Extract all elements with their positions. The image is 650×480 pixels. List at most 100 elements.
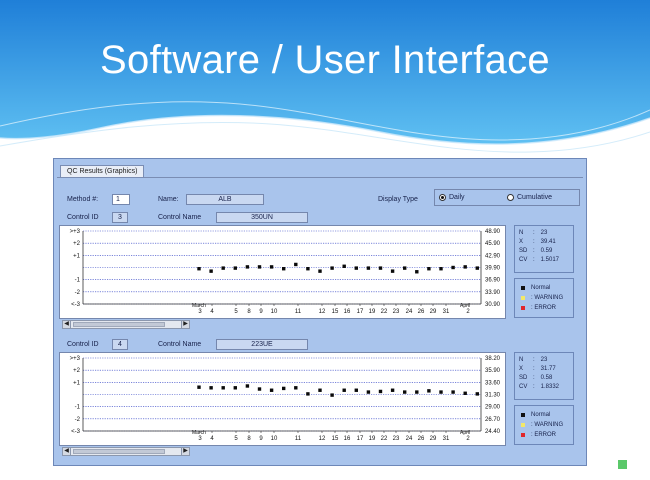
data-point [306, 267, 310, 271]
x-tick-label: 5 [234, 309, 238, 315]
data-point [378, 266, 383, 270]
x-tick-label: 8 [247, 309, 251, 315]
value-label-right: 33.60 [485, 380, 501, 386]
data-point [463, 391, 467, 395]
value-label-right: 35.90 [485, 368, 501, 374]
value-label-right: 30.90 [485, 302, 501, 308]
legend-item-normal: Normal [519, 283, 569, 293]
value-label-right: 36.90 [485, 278, 501, 284]
legend-label-error: ERROR [534, 305, 557, 311]
scroll-left-button[interactable]: ◀ [62, 320, 71, 329]
legend-item-error: : ERROR [519, 303, 569, 313]
daily-radio[interactable] [439, 194, 446, 201]
data-point [403, 266, 407, 270]
stat-value-x: 31.77 [540, 366, 556, 372]
horizontal-scrollbar[interactable]: ◀ ▶ [62, 320, 190, 329]
scroll-thumb[interactable] [73, 322, 165, 327]
x-tick-label: 3 [198, 309, 202, 315]
data-point [221, 266, 225, 270]
data-point [342, 388, 346, 392]
x-tick-label: 22 [381, 309, 388, 315]
control-name-label: Control Name [158, 214, 202, 221]
x-tick-label: 2 [466, 436, 470, 442]
data-point [439, 267, 443, 271]
normal-swatch-icon [521, 286, 525, 290]
stat-key-x: X [519, 366, 524, 372]
method-label: Method #: [67, 196, 99, 203]
sd-label-plus-1: +1 [73, 380, 81, 386]
x-tick-label: 22 [381, 436, 388, 442]
statistics-box: N:23 X:31.77 SD:0.58 CV:1.8332 [514, 352, 574, 400]
data-point [342, 264, 346, 268]
method-number-field[interactable]: 1 [112, 194, 130, 205]
stat-value-sd: 0.59 [540, 248, 553, 254]
stat-value-cv: 1.5017 [540, 257, 560, 263]
x-tick-label: 10 [271, 436, 278, 442]
control-id-label: Control ID [67, 214, 99, 221]
stat-key-x: X [519, 239, 524, 245]
legend-label-warning: WARNING [534, 295, 564, 301]
sd-label-minus-1: -1 [75, 278, 81, 284]
sd-label-under-3: <-3 [71, 429, 81, 435]
stat-key-cv: CV [519, 384, 528, 390]
tab-divider [57, 177, 583, 178]
stat-row-cv: CV:1.5017 [519, 256, 569, 265]
scroll-right-button[interactable]: ▶ [181, 320, 190, 329]
month-label-end: April [460, 430, 470, 436]
x-tick-label: 16 [344, 436, 351, 442]
data-point [403, 390, 407, 394]
sd-label-over-3: >+3 [70, 229, 81, 235]
data-point [269, 388, 274, 392]
data-point [282, 386, 286, 391]
value-label-right: 42.90 [485, 253, 501, 259]
horizontal-scrollbar[interactable]: ◀ ▶ [62, 447, 190, 456]
stat-key-sd: SD [519, 375, 528, 381]
qc-results-window: QC Results (Graphics) Method #: 1 Name: … [53, 158, 587, 466]
data-point [354, 266, 358, 270]
data-point [330, 266, 334, 270]
warning-swatch-icon [521, 296, 525, 300]
data-point [330, 393, 334, 397]
stat-value-n: 23 [540, 357, 548, 363]
x-tick-label: 15 [332, 436, 339, 442]
x-tick-label: 29 [430, 309, 437, 315]
legend-item-normal: Normal [519, 410, 569, 420]
sd-label-over-3: >+3 [70, 356, 81, 362]
statistics-box: N:23 X:39.41 SD:0.59 CV:1.5017 [514, 225, 574, 273]
error-swatch-icon [521, 433, 525, 437]
stat-value-n: 23 [540, 230, 548, 236]
control-id-label: Control ID [67, 341, 99, 348]
scroll-thumb[interactable] [73, 449, 165, 454]
x-tick-label: 17 [357, 309, 364, 315]
data-point [197, 385, 201, 389]
value-label-right: 31.30 [485, 393, 501, 399]
x-tick-label: 19 [369, 436, 376, 442]
control-name-field: 223UE [216, 339, 308, 350]
x-tick-label: 11 [295, 309, 302, 315]
data-point [269, 265, 274, 269]
warning-swatch-icon [521, 423, 525, 427]
x-tick-label: 19 [369, 309, 376, 315]
scroll-right-button[interactable]: ▶ [181, 447, 190, 456]
data-point [366, 266, 371, 270]
stat-key-n: N [519, 230, 524, 236]
daily-label: Daily [449, 194, 465, 201]
scroll-left-button[interactable]: ◀ [62, 447, 71, 456]
data-point [257, 265, 262, 269]
cumulative-radio[interactable] [507, 194, 514, 201]
stat-value-cv: 1.8332 [540, 384, 560, 390]
data-point [378, 389, 383, 394]
qc-chart-svg: >+3 +2 +1 -1 -2 <-3 48.90 45.90 42.90 39.90 36.90 3… [70, 229, 501, 315]
sd-label-under-3: <-3 [71, 302, 81, 308]
data-point [463, 265, 467, 269]
sd-label-plus-2: +2 [73, 368, 81, 374]
tab-qc-results-graphics[interactable]: QC Results (Graphics) [60, 165, 145, 177]
header-wave-background [0, 0, 650, 153]
control-id-field: 4 [112, 339, 128, 350]
legend-label-normal: Normal [531, 412, 551, 418]
x-tick-label: 12 [319, 436, 326, 442]
value-label-right: 33.90 [485, 290, 501, 296]
x-tick-label: 15 [332, 309, 339, 315]
legend-item-warning: : WARNING [519, 293, 569, 303]
stat-row-x: X:39.41 [519, 238, 569, 247]
